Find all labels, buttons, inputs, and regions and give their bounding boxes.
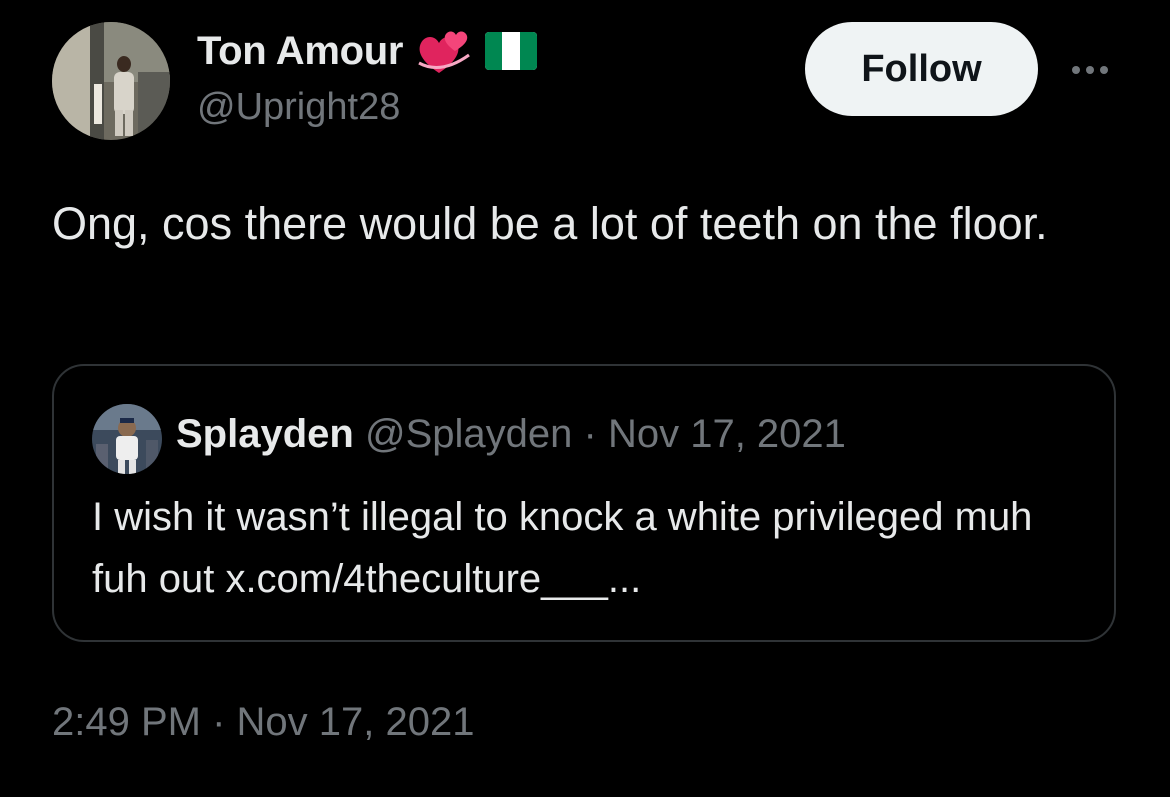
author-handle[interactable]: @Upright28 (197, 86, 400, 129)
quoted-date[interactable]: Nov 17, 2021 (608, 412, 846, 456)
author-display-name[interactable]: Ton Amour (197, 29, 403, 74)
nigeria-flag-icon (485, 32, 538, 70)
author-avatar[interactable] (52, 22, 170, 140)
more-dot (1072, 66, 1080, 74)
more-dot (1100, 66, 1108, 74)
quoted-tweet[interactable]: Splayden @Splayden · Nov 17, 2021 I wish… (52, 364, 1116, 642)
quoted-avatar-photo (92, 404, 162, 474)
two-hearts-icon (415, 25, 473, 77)
tweet-timestamp[interactable]: 2:49 PM · Nov 17, 2021 (52, 700, 474, 745)
quoted-text: I wish it wasn’t illegal to knock a whit… (92, 495, 1033, 601)
more-dot (1086, 66, 1094, 74)
quoted-display-name[interactable]: Splayden (176, 412, 354, 456)
tweet-text: Ong, cos there would be a lot of teeth o… (52, 198, 1048, 249)
quoted-handle[interactable]: @Splayden (365, 412, 572, 456)
quoted-separator: · (583, 412, 597, 456)
quoted-author-avatar[interactable] (92, 404, 162, 474)
more-options-icon[interactable] (1062, 52, 1118, 88)
author-avatar-photo (52, 22, 170, 140)
quoted-header: Splayden @Splayden · Nov 17, 2021 (176, 412, 846, 457)
tweet: Ton Amour @Upright28 Follow Ong, cos the… (0, 0, 1170, 797)
follow-button[interactable]: Follow (805, 22, 1038, 116)
author-name-row: Ton Amour (197, 25, 538, 77)
